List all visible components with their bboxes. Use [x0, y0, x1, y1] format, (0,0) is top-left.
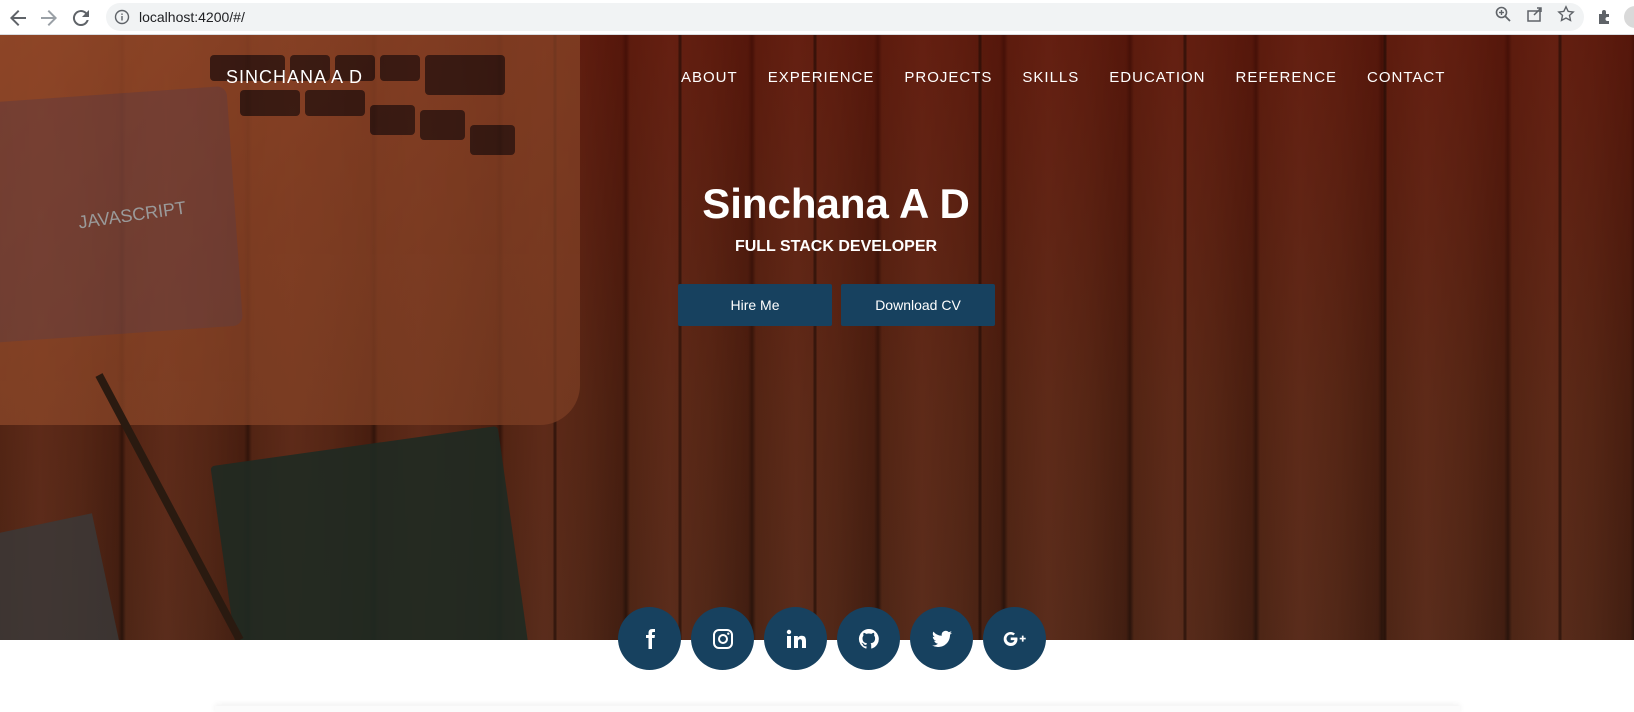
social-links [618, 607, 1046, 670]
hero-role: FULL STACK DEVELOPER [734, 238, 938, 255]
github-button[interactable] [837, 607, 900, 670]
content-section-edge [215, 706, 1460, 712]
twitter-button[interactable] [910, 607, 973, 670]
main-nav: ABOUT EXPERIENCE PROJECTS SKILLS EDUCATI… [681, 69, 1445, 86]
extensions-icon[interactable] [1596, 8, 1614, 26]
linkedin-button[interactable] [764, 607, 827, 670]
facebook-button[interactable] [618, 607, 681, 670]
browser-toolbar: localhost:4200/#/ [0, 0, 1634, 35]
nav-about[interactable]: ABOUT [681, 69, 738, 86]
download-cv-button[interactable]: Download CV [841, 284, 995, 326]
hero-section: JAVASCRIPT [0, 35, 1634, 640]
instagram-icon [712, 628, 733, 649]
nav-projects[interactable]: PROJECTS [904, 69, 992, 86]
arrow-right-icon [41, 10, 57, 26]
reload-icon [72, 10, 89, 27]
address-bar[interactable]: localhost:4200/#/ [106, 3, 1584, 31]
linkedin-icon [786, 629, 806, 648]
hero-name: Sinchana A D [702, 180, 970, 227]
zoom-icon[interactable] [1494, 5, 1512, 23]
nav-skills[interactable]: SKILLS [1022, 69, 1079, 86]
site-brand[interactable]: SINCHANA A D [226, 67, 363, 88]
share-icon[interactable] [1526, 5, 1544, 23]
github-icon [858, 628, 879, 649]
reload-button[interactable] [69, 6, 93, 30]
hire-me-button[interactable]: Hire Me [678, 284, 832, 326]
profile-avatar[interactable] [1624, 6, 1634, 28]
nav-experience[interactable]: EXPERIENCE [768, 69, 875, 86]
nav-reference[interactable]: REFERENCE [1236, 69, 1338, 86]
url-text[interactable]: localhost:4200/#/ [139, 9, 245, 25]
back-button[interactable] [6, 6, 30, 30]
arrow-left-icon [10, 10, 26, 26]
facebook-icon [645, 628, 655, 649]
instagram-button[interactable] [691, 607, 754, 670]
star-icon[interactable] [1557, 5, 1575, 23]
info-icon[interactable] [114, 9, 130, 25]
google-plus-icon [1003, 631, 1026, 646]
forward-button[interactable] [37, 6, 61, 30]
twitter-icon [931, 630, 952, 647]
google-plus-button[interactable] [983, 607, 1046, 670]
laptop-keys [210, 55, 515, 155]
nav-education[interactable]: EDUCATION [1109, 69, 1205, 86]
nav-contact[interactable]: CONTACT [1367, 69, 1445, 86]
